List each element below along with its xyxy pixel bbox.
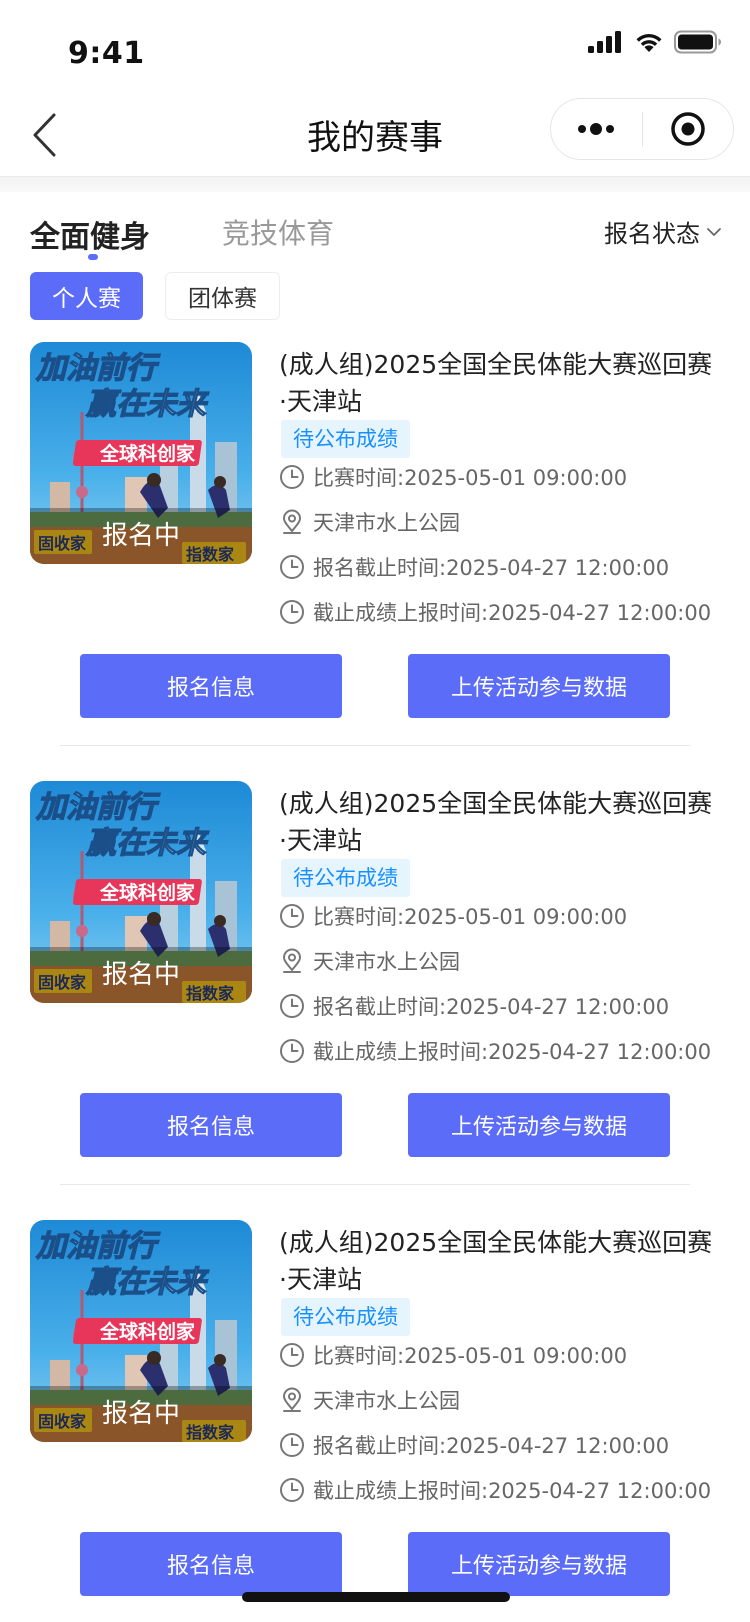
chevron-down-icon xyxy=(707,227,721,236)
poster-slogan-line1: 加油前行 xyxy=(35,1229,161,1264)
match-time-row: 比赛时间:2025-05-01 09:00:00 xyxy=(279,1340,627,1370)
result-status-badge: 待公布成绩 xyxy=(281,1298,410,1336)
clock-icon xyxy=(279,1477,305,1503)
location-text: 天津市水上公园 xyxy=(313,1389,460,1413)
event-poster[interactable]: 加油前行 赢在未来 全球科创家 固收家 指数家 报名中 xyxy=(30,342,252,564)
mini-program-capsule xyxy=(550,98,734,160)
registration-deadline-row: 报名截止时间:2025-04-27 12:00:00 xyxy=(279,1430,669,1460)
location-row: 天津市水上公园 xyxy=(279,507,460,537)
match-time-text: 比赛时间:2025-05-01 09:00:00 xyxy=(313,466,628,490)
event-poster[interactable]: 加油前行 赢在未来 全球科创家 固收家 指数家 报名中 xyxy=(30,781,252,1003)
clock-icon xyxy=(279,464,305,490)
target-close-icon xyxy=(671,112,705,146)
match-time-text: 比赛时间:2025-05-01 09:00:00 xyxy=(313,1344,628,1368)
poster-slogan-line2: 赢在未来 xyxy=(85,1265,210,1300)
event-title[interactable]: (成人组)2025全国全民体能大赛巡回赛·天津站 xyxy=(279,785,719,859)
clock-icon xyxy=(279,1432,305,1458)
clock-icon xyxy=(279,599,305,625)
registration-status-overlay: 报名中 xyxy=(30,947,252,1003)
subtab-team[interactable]: 团体赛 xyxy=(165,272,280,320)
location-row: 天津市水上公园 xyxy=(279,1385,460,1415)
clock-icon xyxy=(279,1342,305,1368)
event-list: 加油前行 赢在未来 全球科创家 固收家 指数家 报名中 (成人组)2025全国全… xyxy=(0,342,750,1622)
tab-competitive-sports[interactable]: 竞技体育 xyxy=(222,212,334,252)
match-time-text: 比赛时间:2025-05-01 09:00:00 xyxy=(313,905,628,929)
clock-icon xyxy=(279,554,305,580)
score-deadline-row: 截止成绩上报时间:2025-04-27 12:00:00 xyxy=(279,1475,711,1505)
nav-separator xyxy=(0,176,750,192)
battery-icon xyxy=(674,30,721,54)
event-card: 加油前行 赢在未来 全球科创家 固收家 指数家 报名中 (成人组)2025全国全… xyxy=(0,1220,750,1622)
registration-status-label: 报名中 xyxy=(101,521,180,551)
registration-deadline-row: 报名截止时间:2025-04-27 12:00:00 xyxy=(279,552,669,582)
score-deadline-text: 截止成绩上报时间:2025-04-27 12:00:00 xyxy=(313,601,712,625)
location-pin-icon xyxy=(279,948,305,974)
event-card: 加油前行 赢在未来 全球科创家 固收家 指数家 报名中 (成人组)2025全国全… xyxy=(0,342,750,781)
registration-info-button[interactable]: 报名信息 xyxy=(80,654,342,718)
event-poster[interactable]: 加油前行 赢在未来 全球科创家 固收家 指数家 报名中 xyxy=(30,1220,252,1442)
tab-active-indicator xyxy=(88,254,98,260)
poster-slogan-line1: 加油前行 xyxy=(35,790,161,825)
score-deadline-row: 截止成绩上报时间:2025-04-27 12:00:00 xyxy=(279,1036,711,1066)
location-row: 天津市水上公园 xyxy=(279,946,460,976)
match-time-row: 比赛时间:2025-05-01 09:00:00 xyxy=(279,901,627,931)
nav-bar: 我的赛事 xyxy=(0,92,750,178)
card-divider xyxy=(60,745,690,746)
competition-type-tabs: 个人赛 团体赛 xyxy=(30,272,280,320)
card-divider xyxy=(60,1184,690,1185)
registration-deadline-text: 报名截止时间:2025-04-27 12:00:00 xyxy=(313,556,670,580)
score-deadline-row: 截止成绩上报时间:2025-04-27 12:00:00 xyxy=(279,597,711,627)
poster-banner: 全球科创家 xyxy=(99,442,196,465)
registration-status-filter[interactable]: 报名状态 xyxy=(604,214,722,249)
event-card: 加油前行 赢在未来 全球科创家 固收家 指数家 报名中 (成人组)2025全国全… xyxy=(0,781,750,1220)
tab-fitness[interactable]: 全面健身 xyxy=(30,212,150,256)
status-icons xyxy=(588,30,722,54)
cellular-signal-icon xyxy=(588,31,621,53)
registration-info-button[interactable]: 报名信息 xyxy=(80,1532,342,1596)
event-title[interactable]: (成人组)2025全国全民体能大赛巡回赛·天津站 xyxy=(279,1224,719,1298)
registration-deadline-text: 报名截止时间:2025-04-27 12:00:00 xyxy=(313,995,670,1019)
clock-icon xyxy=(279,993,305,1019)
status-bar: 9:41 xyxy=(0,0,750,92)
registration-status-overlay: 报名中 xyxy=(30,508,252,564)
more-dots-icon xyxy=(578,123,615,135)
category-tabs: 全面健身 竞技体育 报名状态 xyxy=(0,206,750,262)
home-indicator xyxy=(242,1592,510,1602)
upload-participation-data-button[interactable]: 上传活动参与数据 xyxy=(408,654,670,718)
event-title[interactable]: (成人组)2025全国全民体能大赛巡回赛·天津站 xyxy=(279,346,719,420)
upload-participation-data-button[interactable]: 上传活动参与数据 xyxy=(408,1532,670,1596)
poster-banner: 全球科创家 xyxy=(99,1320,196,1343)
wifi-icon xyxy=(636,34,662,52)
registration-info-button[interactable]: 报名信息 xyxy=(80,1093,342,1157)
poster-slogan-line2: 赢在未来 xyxy=(85,387,210,422)
poster-banner: 全球科创家 xyxy=(99,881,196,904)
match-time-row: 比赛时间:2025-05-01 09:00:00 xyxy=(279,462,627,492)
location-pin-icon xyxy=(279,1387,305,1413)
registration-deadline-text: 报名截止时间:2025-04-27 12:00:00 xyxy=(313,1434,670,1458)
poster-slogan-line1: 加油前行 xyxy=(35,351,161,386)
registration-status-label: 报名中 xyxy=(101,1399,180,1429)
location-text: 天津市水上公园 xyxy=(313,950,460,974)
clock-icon xyxy=(279,1038,305,1064)
clock-icon xyxy=(279,903,305,929)
status-time: 9:41 xyxy=(68,36,145,71)
subtab-individual[interactable]: 个人赛 xyxy=(30,272,143,320)
filter-label: 报名状态 xyxy=(604,220,700,248)
registration-status-label: 报名中 xyxy=(101,960,180,990)
upload-participation-data-button[interactable]: 上传活动参与数据 xyxy=(408,1093,670,1157)
result-status-badge: 待公布成绩 xyxy=(281,859,410,897)
close-mini-program-button[interactable] xyxy=(643,99,734,159)
location-pin-icon xyxy=(279,509,305,535)
result-status-badge: 待公布成绩 xyxy=(281,420,410,458)
more-button[interactable] xyxy=(551,99,642,159)
location-text: 天津市水上公园 xyxy=(313,511,460,535)
score-deadline-text: 截止成绩上报时间:2025-04-27 12:00:00 xyxy=(313,1040,712,1064)
registration-deadline-row: 报名截止时间:2025-04-27 12:00:00 xyxy=(279,991,669,1021)
score-deadline-text: 截止成绩上报时间:2025-04-27 12:00:00 xyxy=(313,1479,712,1503)
registration-status-overlay: 报名中 xyxy=(30,1386,252,1442)
poster-slogan-line2: 赢在未来 xyxy=(85,826,210,861)
